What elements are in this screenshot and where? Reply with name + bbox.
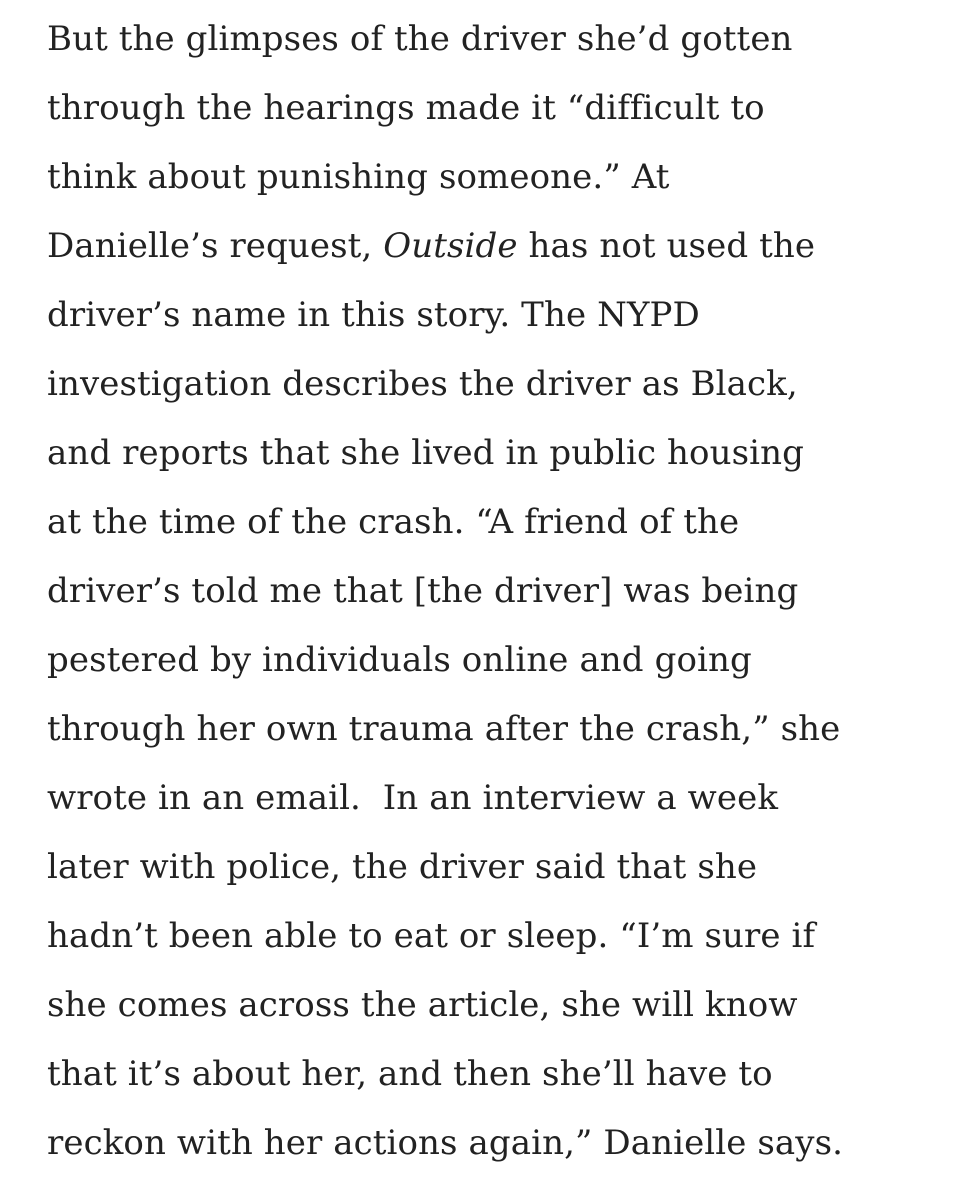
line-text: pestered by individuals online and going	[47, 640, 752, 680]
text-line-9: driver’s told me that [the driver] was b…	[47, 557, 961, 626]
line-text: driver’s told me that [the driver] was b…	[47, 571, 799, 611]
line-text: has not used the	[517, 226, 816, 266]
text-line-11: through her own trauma after the crash,”…	[47, 695, 961, 764]
text-line-2: through the hearings made it “difficult …	[47, 74, 961, 143]
line-text: think about punishing someone.” At	[47, 157, 670, 197]
text-line-16: that it’s about her, and then she’ll hav…	[47, 1040, 961, 1109]
line-text: through her own trauma after the crash,”…	[47, 709, 841, 749]
line-text: But the glimpses of the driver she’d got…	[47, 19, 793, 59]
article-body: But the glimpses of the driver she’d got…	[0, 0, 971, 1200]
line-text: later with police, the driver said that …	[47, 847, 758, 887]
text-line-10: pestered by individuals online and going	[47, 626, 961, 695]
text-line-1: But the glimpses of the driver she’d got…	[47, 5, 961, 74]
line-text: Danielle’s request,	[47, 226, 384, 266]
line-text: hadn’t been able to eat or sleep. “I’m s…	[47, 916, 816, 956]
publication-name: Outside	[383, 226, 518, 266]
line-text: at the time of the crash. “A friend of t…	[47, 502, 740, 542]
line-text: she comes across the article, she will k…	[47, 985, 798, 1025]
text-line-14: hadn’t been able to eat or sleep. “I’m s…	[47, 902, 961, 971]
text-line-15: she comes across the article, she will k…	[47, 971, 961, 1040]
line-text: and reports that she lived in public hou…	[47, 433, 804, 473]
text-line-4: Danielle’s request, Outside has not used…	[47, 212, 961, 281]
text-line-7: and reports that she lived in public hou…	[47, 419, 961, 488]
text-line-13: later with police, the driver said that …	[47, 833, 961, 902]
line-text: investigation describes the driver as Bl…	[47, 364, 798, 404]
text-line-5: driver’s name in this story. The NYPD	[47, 281, 961, 350]
text-line-6: investigation describes the driver as Bl…	[47, 350, 961, 419]
line-text: reckon with her actions again,” Danielle…	[47, 1123, 844, 1163]
line-text: through the hearings made it “difficult …	[47, 88, 765, 128]
line-text: wrote in an email. In an interview a wee…	[47, 778, 779, 818]
text-line-8: at the time of the crash. “A friend of t…	[47, 488, 961, 557]
text-line-3: think about punishing someone.” At	[47, 143, 961, 212]
line-text: driver’s name in this story. The NYPD	[47, 295, 700, 335]
line-text: that it’s about her, and then she’ll hav…	[47, 1054, 773, 1094]
text-line-17: reckon with her actions again,” Danielle…	[47, 1109, 961, 1178]
text-line-12: wrote in an email. In an interview a wee…	[47, 764, 961, 833]
